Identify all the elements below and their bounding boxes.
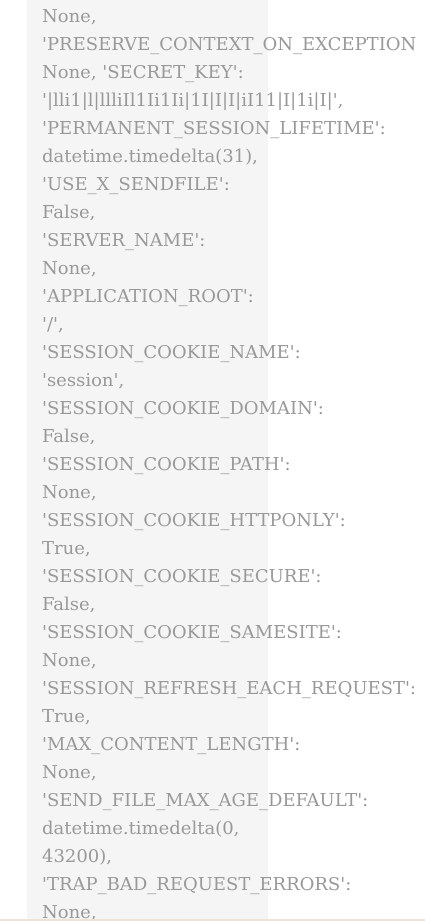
code-line: 'SESSION_COOKIE_PATH': (42, 454, 291, 475)
code-line: None, 'SECRET_KEY': (42, 62, 244, 83)
code-line: 'session', (42, 370, 125, 391)
document-page: None, 'PRESERVE_CONTEXT_ON_EXCEPTION None,… (0, 0, 425, 921)
code-line: None, (42, 482, 97, 503)
code-line: False, (42, 202, 96, 223)
code-line: 'SESSION_COOKIE_HTTPONLY': (42, 510, 346, 531)
code-line: False, (42, 426, 96, 447)
code-line: datetime.timedelta(0, (42, 818, 240, 839)
code-line: 'SESSION_COOKIE_SECURE': (42, 566, 322, 587)
code-line: 'PRESERVE_CONTEXT_ON_EXCEPTION (42, 34, 417, 55)
code-line: 'SESSION_REFRESH_EACH_REQUEST': (42, 678, 417, 699)
code-line: True, (42, 706, 91, 727)
code-line: '|lli1|l|llliIl1Ii1Ii|1I|I|I|iI11|I|1i|I… (42, 90, 344, 111)
code-line: 'SESSION_COOKIE_DOMAIN': (42, 398, 324, 419)
code-line: 'SEND_FILE_MAX_AGE_DEFAULT': (42, 790, 369, 811)
code-line: None, (42, 258, 97, 279)
code-line: 'MAX_CONTENT_LENGTH': (42, 734, 301, 755)
code-line: 'SESSION_COOKIE_SAMESITE': (42, 622, 342, 643)
code-line: '/', (42, 314, 64, 335)
code-line: 'USE_X_SENDFILE': (42, 174, 230, 195)
code-line: False, (42, 594, 96, 615)
code-line: None, (42, 6, 97, 27)
code-line: 'SERVER_NAME': (42, 230, 206, 251)
code-line: 'APPLICATION_ROOT': (42, 286, 254, 307)
code-line: None, (42, 762, 97, 783)
code-line: True, (42, 538, 91, 559)
code-line: datetime.timedelta(31), (42, 146, 258, 167)
config-code-block: None, 'PRESERVE_CONTEXT_ON_EXCEPTION None,… (42, 3, 425, 921)
code-line: 'PERMANENT_SESSION_LIFETIME': (42, 118, 386, 139)
code-line: None, (42, 902, 97, 921)
code-line: 'SESSION_COOKIE_NAME': (42, 342, 301, 363)
code-line: None, (42, 650, 97, 671)
code-line: 43200), (42, 846, 113, 867)
code-line: 'TRAP_BAD_REQUEST_ERRORS': (42, 874, 352, 895)
